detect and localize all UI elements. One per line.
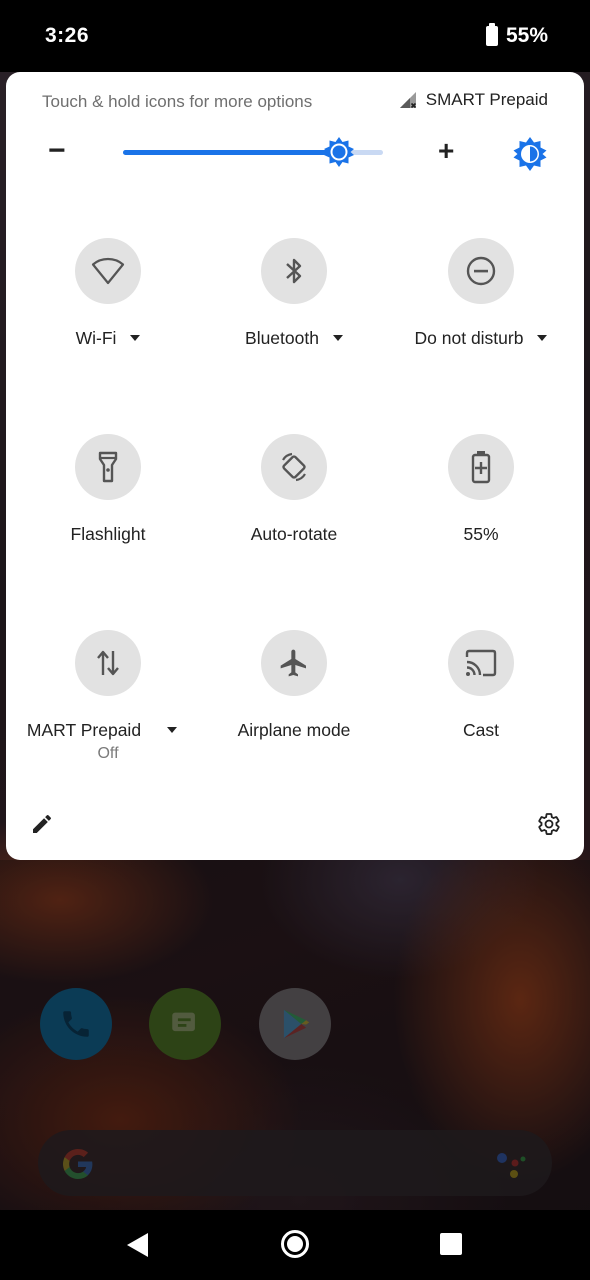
assistant-icon[interactable] xyxy=(494,1148,528,1180)
navigation-bar xyxy=(0,1210,590,1280)
auto-brightness-icon[interactable] xyxy=(512,136,548,172)
play-store-app-icon[interactable] xyxy=(259,988,331,1060)
wifi-icon xyxy=(91,257,125,285)
google-g-icon xyxy=(63,1149,93,1179)
quick-settings-panel: Touch & hold icons for more options SMAR… xyxy=(6,72,584,860)
carrier-info: SMART Prepaid xyxy=(398,90,548,110)
messages-app-icon[interactable] xyxy=(149,988,221,1060)
tile-battery-label: 55% xyxy=(463,524,499,544)
brightness-decrease-icon[interactable]: − xyxy=(48,136,66,166)
airplane-icon xyxy=(280,649,306,677)
hint-text: Touch & hold icons for more options xyxy=(42,92,313,111)
tile-mobile-data[interactable]: MART Prepaid Off xyxy=(13,630,203,763)
mobile-data-dropdown-icon[interactable] xyxy=(167,727,178,733)
brightness-slider[interactable] xyxy=(123,137,383,167)
tile-bluetooth[interactable]: Bluetooth xyxy=(199,238,389,349)
mobile-data-icon xyxy=(97,650,119,676)
no-signal-icon xyxy=(399,92,416,109)
brightness-thumb-icon[interactable] xyxy=(323,136,355,168)
tile-wifi-label: Wi-Fi xyxy=(75,328,117,348)
battery-percent: 55% xyxy=(505,24,548,47)
do-not-disturb-icon xyxy=(466,256,496,286)
tile-auto-rotate[interactable]: Auto-rotate xyxy=(199,434,389,545)
tile-battery-saver-button[interactable] xyxy=(448,434,514,500)
tile-mobile-data-button[interactable] xyxy=(75,630,141,696)
bluetooth-dropdown-icon[interactable] xyxy=(332,335,343,341)
tile-auto-rotate-label: Auto-rotate xyxy=(250,524,338,544)
auto-rotate-icon xyxy=(282,452,306,482)
settings-gear-icon[interactable] xyxy=(537,812,561,836)
phone-app-icon[interactable] xyxy=(40,988,112,1060)
tile-mobile-data-label: MART Prepaid xyxy=(26,720,142,740)
tile-cast[interactable]: Cast xyxy=(386,630,576,741)
tile-cast-button[interactable] xyxy=(448,630,514,696)
status-time: 3:26 xyxy=(45,24,90,47)
tile-wifi[interactable]: Wi-Fi xyxy=(13,238,203,349)
tile-flashlight-button[interactable] xyxy=(75,434,141,500)
bluetooth-icon xyxy=(286,258,302,284)
tile-airplane-label: Airplane mode xyxy=(237,720,351,740)
back-icon[interactable] xyxy=(126,1232,150,1258)
home-icon[interactable] xyxy=(281,1230,309,1258)
tile-battery-saver[interactable]: 55% xyxy=(386,434,576,545)
tile-flashlight-label: Flashlight xyxy=(70,524,146,544)
tile-do-not-disturb[interactable]: Do not disturb xyxy=(386,238,576,349)
tile-dnd-button[interactable] xyxy=(448,238,514,304)
tile-auto-rotate-button[interactable] xyxy=(261,434,327,500)
brightness-increase-icon[interactable]: + xyxy=(438,136,454,166)
google-search-bar[interactable] xyxy=(38,1130,552,1196)
flashlight-icon xyxy=(98,451,118,483)
recents-icon[interactable] xyxy=(440,1233,462,1255)
tile-flashlight[interactable]: Flashlight xyxy=(13,434,203,545)
tile-mobile-data-status: Off xyxy=(97,745,119,762)
battery-saver-icon xyxy=(471,451,491,484)
dnd-dropdown-icon[interactable] xyxy=(537,335,548,341)
carrier-name: SMART Prepaid xyxy=(425,90,548,109)
battery-icon xyxy=(485,23,498,46)
tile-airplane-mode[interactable]: Airplane mode xyxy=(199,630,389,741)
cast-icon xyxy=(465,649,497,677)
tile-wifi-button[interactable] xyxy=(75,238,141,304)
wifi-dropdown-icon[interactable] xyxy=(130,335,141,341)
tile-bluetooth-button[interactable] xyxy=(261,238,327,304)
edit-pencil-icon[interactable] xyxy=(30,812,54,836)
tile-bluetooth-label: Bluetooth xyxy=(245,328,319,348)
tile-cast-label: Cast xyxy=(463,720,499,740)
tile-dnd-label: Do not disturb xyxy=(414,328,524,348)
status-bar: 3:26 55% xyxy=(0,0,590,72)
slider-fill xyxy=(123,150,339,155)
tile-airplane-button[interactable] xyxy=(261,630,327,696)
